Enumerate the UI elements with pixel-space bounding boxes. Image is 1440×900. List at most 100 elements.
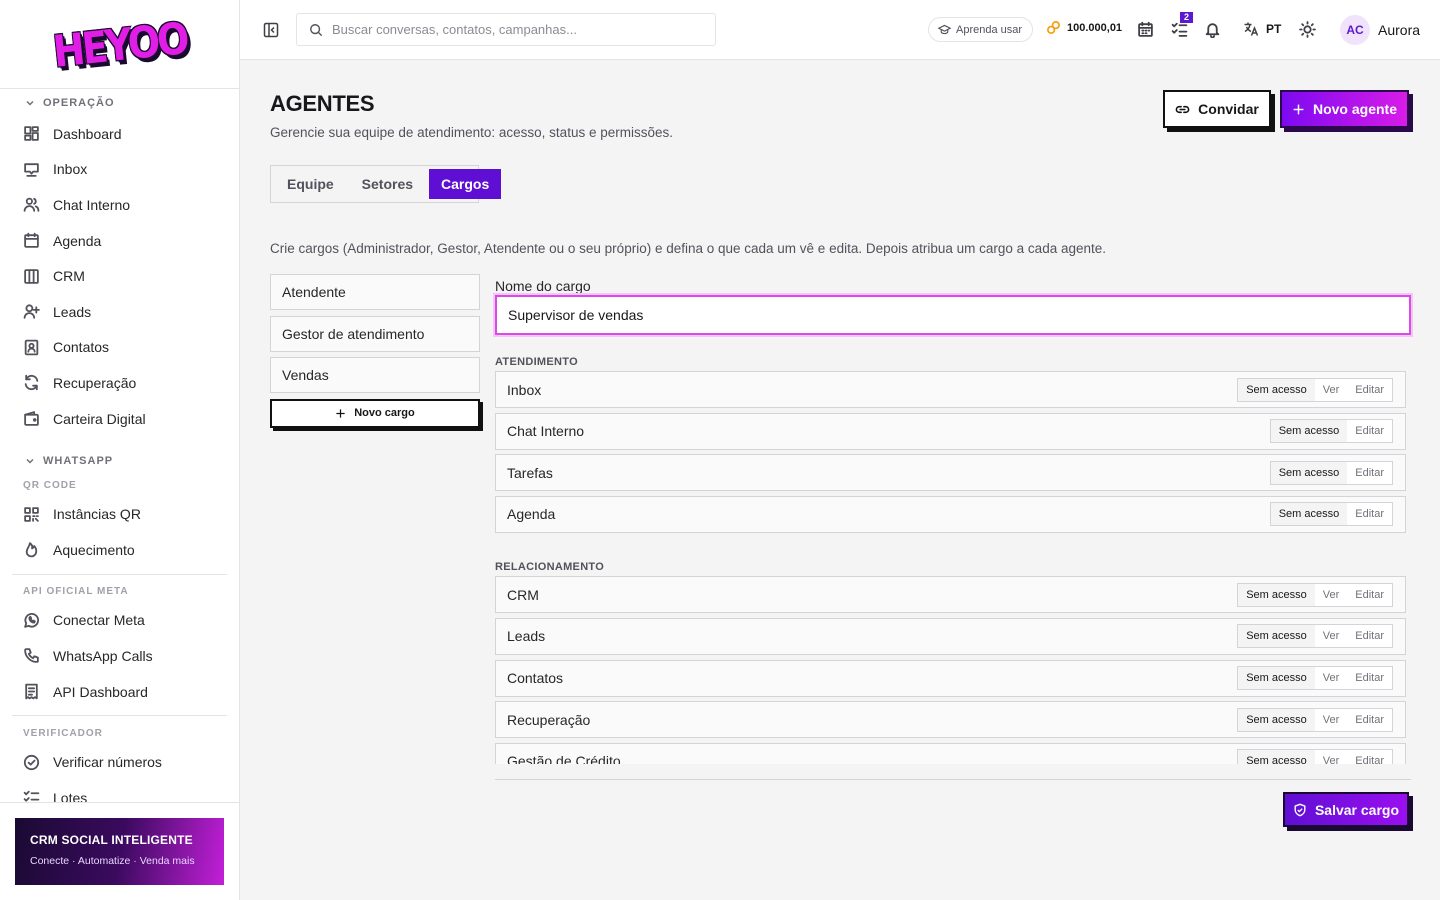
role-item-atendente[interactable]: Atendente xyxy=(270,274,480,310)
sidebar-item-conectar-meta[interactable]: Conectar Meta xyxy=(0,603,239,639)
sidebar-item-agenda[interactable]: Agenda xyxy=(0,223,239,259)
access-option-sem-acesso[interactable]: Sem acesso xyxy=(1238,750,1315,764)
permission-row-recuperacao: Recuperação Sem acesso Ver Editar xyxy=(495,701,1406,739)
new-agent-label: Novo agente xyxy=(1312,101,1397,117)
new-agent-button[interactable]: Novo agente xyxy=(1280,90,1409,128)
permission-group-title: RELACIONAMENTO xyxy=(495,561,605,574)
access-option-ver[interactable]: Ver xyxy=(1315,584,1348,606)
sidebar-item-label: API Dashboard xyxy=(53,683,148,700)
users-icon xyxy=(23,196,40,213)
sidebar-item-recuperacao[interactable]: Recuperação xyxy=(0,365,239,401)
page-title: AGENTES xyxy=(270,91,375,116)
user-plus-icon xyxy=(23,303,40,320)
role-item-gestor[interactable]: Gestor de atendimento xyxy=(270,315,480,352)
permission-group-title: ATENDIMENTO xyxy=(495,356,578,368)
sidebar-item-api-dashboard[interactable]: API Dashboard xyxy=(0,674,239,710)
tasks-icon[interactable] xyxy=(1171,21,1188,38)
access-option-editar[interactable]: Editar xyxy=(1347,584,1392,606)
access-option-ver[interactable]: Ver xyxy=(1315,667,1348,689)
access-option-editar[interactable]: Editar xyxy=(1347,462,1392,484)
credits-display[interactable]: 100.000,01 xyxy=(1046,20,1122,35)
sidebar-item-label: Chat Interno xyxy=(53,196,131,213)
access-option-ver[interactable]: Ver xyxy=(1315,750,1348,764)
access-option-editar[interactable]: Editar xyxy=(1347,503,1392,525)
user-menu[interactable]: AC Aurora xyxy=(1340,15,1420,45)
kanban-icon xyxy=(23,268,40,285)
sidebar-item-contatos[interactable]: Contatos xyxy=(0,330,239,366)
invite-button[interactable]: Convidar xyxy=(1163,90,1271,128)
permission-name: Agenda xyxy=(507,506,556,523)
sidebar-item-crm[interactable]: CRM xyxy=(0,258,239,294)
save-role-button[interactable]: Salvar cargo xyxy=(1283,792,1409,827)
sidebar-item-verificar-numeros[interactable]: Verificar números xyxy=(0,744,239,780)
access-option-editar[interactable]: Editar xyxy=(1347,709,1392,731)
sidebar-item-label: Instâncias QR xyxy=(53,506,141,523)
role-item-vendas[interactable]: Vendas xyxy=(270,357,480,393)
access-option-sem-acesso[interactable]: Sem acesso xyxy=(1238,625,1315,648)
calendar-icon xyxy=(23,232,40,249)
access-option-sem-acesso[interactable]: Sem acesso xyxy=(1270,503,1348,526)
access-level-selector: Sem acesso Ver Editar xyxy=(1237,666,1393,691)
sidebar-subsection-title: QR CODE xyxy=(23,479,77,491)
sidebar-item-aquecimento[interactable]: Aquecimento xyxy=(0,532,239,568)
sidebar-item-dashboard[interactable]: Dashboard xyxy=(0,116,239,152)
shield-check-icon xyxy=(1293,803,1307,817)
calendar-icon[interactable] xyxy=(1137,21,1154,38)
tab-cargos[interactable]: Cargos xyxy=(429,169,502,199)
search-box[interactable] xyxy=(296,13,716,46)
permissions-list[interactable]: ATENDIMENTO Inbox Sem acesso Ver Editar Chat … xyxy=(495,350,1411,764)
sidebar-item-whatsapp-calls[interactable]: WhatsApp Calls xyxy=(0,638,239,674)
theme-sun-icon[interactable] xyxy=(1299,21,1316,38)
sidebar-section-header[interactable]: WHATSAPP xyxy=(0,448,239,474)
check-circle-icon xyxy=(23,754,40,771)
sidebar-item-leads[interactable]: Leads xyxy=(0,294,239,330)
access-option-sem-acesso[interactable]: Sem acesso xyxy=(1238,667,1315,690)
access-option-editar[interactable]: Editar xyxy=(1347,625,1392,647)
access-option-ver[interactable]: Ver xyxy=(1315,709,1348,731)
language-switcher[interactable]: PT xyxy=(1243,21,1281,37)
permission-row-contatos: Contatos Sem acesso Ver Editar xyxy=(495,659,1406,697)
wallet-icon xyxy=(23,410,40,427)
search-input[interactable] xyxy=(332,22,692,37)
learn-button[interactable]: Aprenda usar xyxy=(928,17,1034,42)
access-option-ver[interactable]: Ver xyxy=(1315,625,1348,647)
access-option-sem-acesso[interactable]: Sem acesso xyxy=(1238,378,1315,401)
promo-card[interactable]: CRM SOCIAL INTELIGENTE Conecte · Automat… xyxy=(15,818,224,885)
access-option-sem-acesso[interactable]: Sem acesso xyxy=(1238,708,1315,731)
access-level-selector: Sem acesso Ver Editar xyxy=(1237,707,1393,732)
page-subtitle: Gerencie sua equipe de atendimento: aces… xyxy=(270,125,673,140)
access-option-editar[interactable]: Editar xyxy=(1347,420,1392,442)
access-option-editar[interactable]: Editar xyxy=(1347,667,1392,689)
access-option-sem-acesso[interactable]: Sem acesso xyxy=(1270,461,1348,484)
role-name-input[interactable] xyxy=(495,295,1411,335)
access-option-editar[interactable]: Editar xyxy=(1347,379,1392,401)
list-check-icon xyxy=(23,789,40,802)
sidebar-section-header[interactable]: OPERAÇÃO xyxy=(0,90,239,116)
access-option-sem-acesso[interactable]: Sem acesso xyxy=(1270,420,1348,443)
permission-name: Recuperação xyxy=(507,711,591,728)
qr-code-icon xyxy=(23,506,40,523)
permission-name: Inbox xyxy=(507,381,542,398)
access-option-sem-acesso[interactable]: Sem acesso xyxy=(1238,583,1315,606)
tabs: Equipe Setores Cargos xyxy=(270,165,502,203)
flame-icon xyxy=(23,541,40,558)
new-role-button[interactable]: Novo cargo xyxy=(270,398,480,428)
sidebar-item-instancias-qr[interactable]: Instâncias QR xyxy=(0,496,239,532)
collapse-sidebar-icon[interactable] xyxy=(263,22,279,38)
sidebar-item-label: Inbox xyxy=(53,161,88,178)
tab-equipe[interactable]: Equipe xyxy=(275,169,346,199)
heyoo-logo[interactable]: HEYOO xyxy=(50,13,188,77)
sidebar-item-chat-interno[interactable]: Chat Interno xyxy=(0,187,239,223)
bell-icon[interactable] xyxy=(1204,21,1221,38)
sidebar-item-carteira-digital[interactable]: Carteira Digital xyxy=(0,401,239,437)
user-name: Aurora xyxy=(1378,22,1421,38)
sidebar-nav[interactable]: OPERAÇÃO Dashboard Inbox Chat Interno Agenda… xyxy=(0,89,239,802)
tab-setores[interactable]: Setores xyxy=(350,169,425,199)
sidebar-item-lotes[interactable]: Lotes xyxy=(0,780,239,802)
access-option-editar[interactable]: Editar xyxy=(1347,750,1392,764)
sidebar-item-inbox[interactable]: Inbox xyxy=(0,152,239,188)
access-level-selector: Sem acesso Ver Editar xyxy=(1237,582,1393,607)
topbar: Aprenda usar 100.000,01 2 PT AC Aurora xyxy=(240,0,1440,60)
access-option-ver[interactable]: Ver xyxy=(1315,379,1348,401)
sidebar-divider xyxy=(12,715,227,717)
